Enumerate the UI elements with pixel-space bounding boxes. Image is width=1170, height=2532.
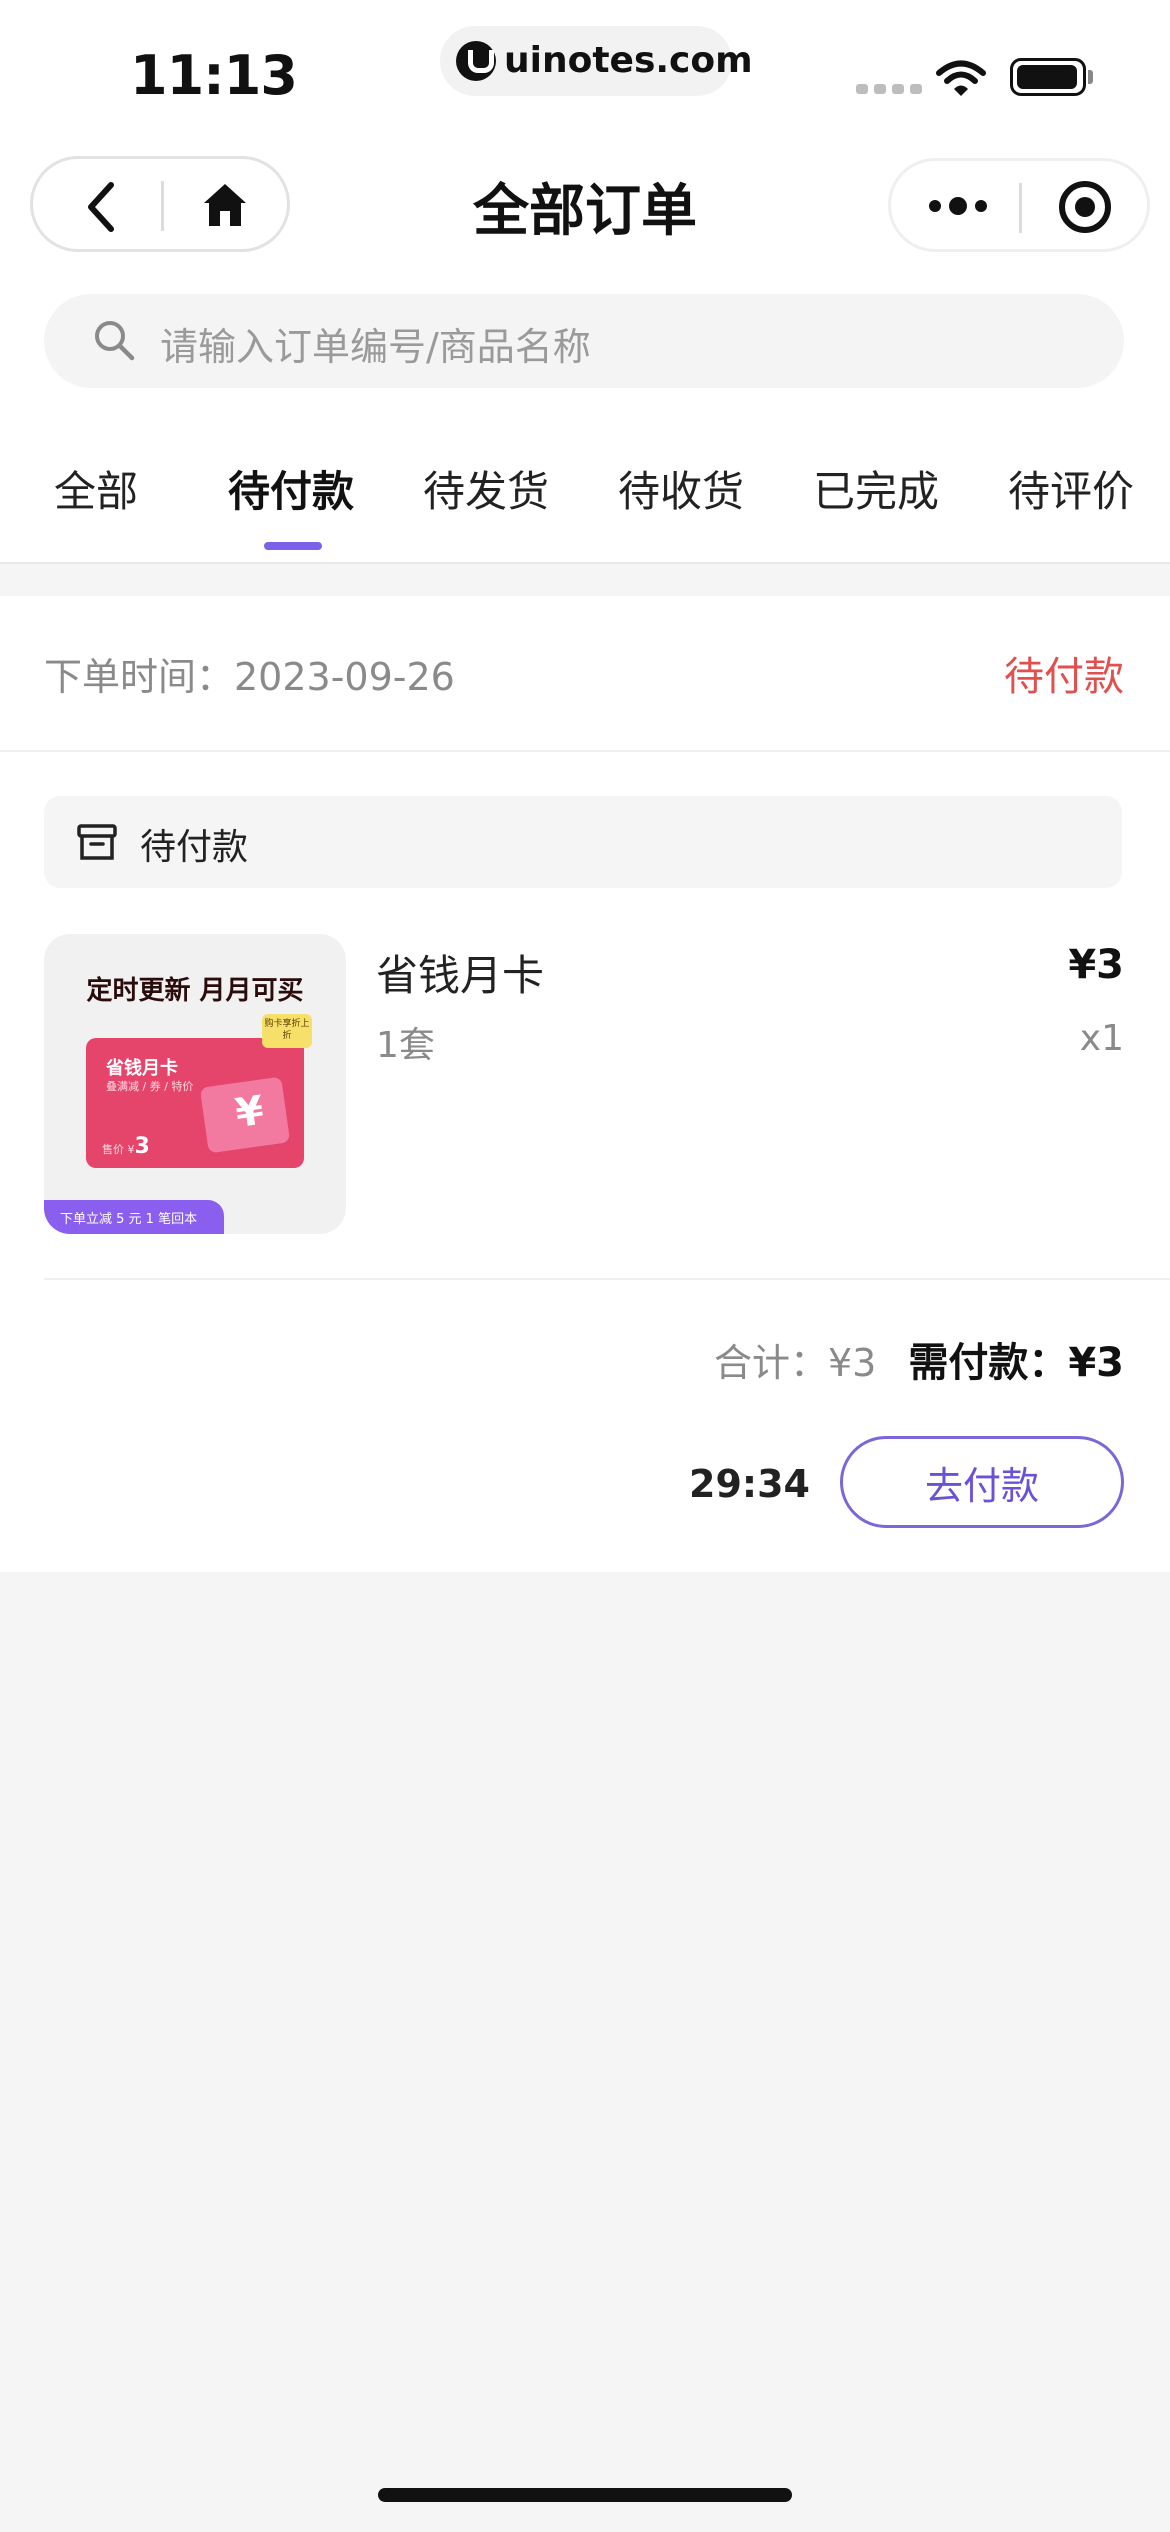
order-status-badge: 待付款 bbox=[1004, 654, 1124, 700]
product-image[interactable]: 定时更新 月月可买 省钱月卡 叠满减 / 券 / 特价 ¥ 售价 ¥3 购卡享折… bbox=[44, 934, 346, 1234]
card-title: 省钱月卡 bbox=[106, 1058, 178, 1079]
product-spec: 1套 bbox=[376, 1025, 435, 1066]
order-header: 下单时间：2023-09-26 待付款 bbox=[0, 596, 1170, 752]
order-group-label: 待付款 bbox=[140, 827, 249, 868]
search-placeholder: 请输入订单编号/商品名称 bbox=[160, 325, 591, 369]
product-name: 省钱月卡 bbox=[376, 951, 545, 1000]
tab-pending-review[interactable]: 待评价 bbox=[1008, 458, 1134, 519]
close-target-icon[interactable] bbox=[1057, 179, 1113, 235]
signal-icon bbox=[856, 84, 922, 94]
url-text: uinotes.com bbox=[504, 40, 753, 81]
orders-page: 11:13 uinotes.com 全部订单 请输入订单编号/商品名称 全部 待… bbox=[0, 0, 1170, 2532]
tab-pending-payment[interactable]: 待付款 bbox=[228, 458, 354, 519]
capsule-divider bbox=[1019, 183, 1022, 233]
more-icon[interactable] bbox=[927, 195, 989, 217]
status-bar: 11:13 uinotes.com bbox=[0, 0, 1170, 140]
product-price: ¥3 bbox=[1068, 942, 1124, 988]
nav-bar: 全部订单 bbox=[0, 140, 1170, 280]
amount-due: 需付款：¥3 bbox=[908, 1340, 1124, 1386]
order-divider bbox=[44, 1278, 1170, 1280]
url-pill[interactable]: uinotes.com bbox=[440, 26, 753, 96]
status-tabs: 全部 待付款 待发货 待收货 已完成 待评价 bbox=[0, 406, 1170, 564]
pay-button[interactable]: 去付款 bbox=[840, 1436, 1124, 1528]
wifi-icon bbox=[936, 60, 986, 96]
site-logo-icon bbox=[456, 41, 496, 81]
search-icon bbox=[95, 321, 135, 361]
product-image-headline: 定时更新 月月可买 bbox=[86, 976, 304, 1006]
tab-pending-shipment[interactable]: 待发货 bbox=[423, 458, 549, 519]
card-subtitle: 叠满减 / 券 / 特价 bbox=[106, 1080, 194, 1093]
order-card[interactable]: 下单时间：2023-09-26 待付款 待付款 定时更新 月月可买 省钱月卡 叠… bbox=[0, 596, 1170, 1572]
payment-countdown: 29:34 bbox=[689, 1462, 810, 1506]
archive-box-icon bbox=[77, 824, 117, 860]
active-tab-indicator bbox=[264, 542, 322, 550]
nav-capsule-right bbox=[888, 158, 1150, 252]
order-total: 合计：¥3 需付款：¥3 bbox=[714, 1330, 1124, 1388]
order-date: 下单时间：2023-09-26 bbox=[44, 655, 455, 699]
yen-card-icon: ¥ bbox=[199, 1076, 291, 1154]
search-input[interactable]: 请输入订单编号/商品名称 bbox=[44, 294, 1124, 388]
order-group-bar: 待付款 bbox=[44, 796, 1122, 888]
tab-all[interactable]: 全部 bbox=[54, 458, 138, 519]
home-indicator bbox=[378, 2488, 792, 2502]
promo-tag: 购卡享折上折 bbox=[262, 1014, 312, 1048]
tab-pending-receipt[interactable]: 待收货 bbox=[618, 458, 744, 519]
status-time: 11:13 bbox=[130, 44, 298, 107]
card-price: 售价 ¥3 bbox=[102, 1134, 150, 1159]
total-label: 合计：¥3 bbox=[713, 1341, 877, 1385]
product-quantity: x1 bbox=[1079, 1018, 1124, 1059]
search-section: 请输入订单编号/商品名称 bbox=[0, 280, 1170, 406]
battery-tip bbox=[1088, 70, 1093, 84]
tab-completed[interactable]: 已完成 bbox=[813, 458, 939, 519]
promo-strip: 下单立减 5 元 1 笔回本 bbox=[44, 1200, 224, 1234]
card-visual: 省钱月卡 叠满减 / 券 / 特价 ¥ 售价 ¥3 bbox=[86, 1038, 304, 1168]
battery-icon bbox=[1010, 58, 1086, 96]
